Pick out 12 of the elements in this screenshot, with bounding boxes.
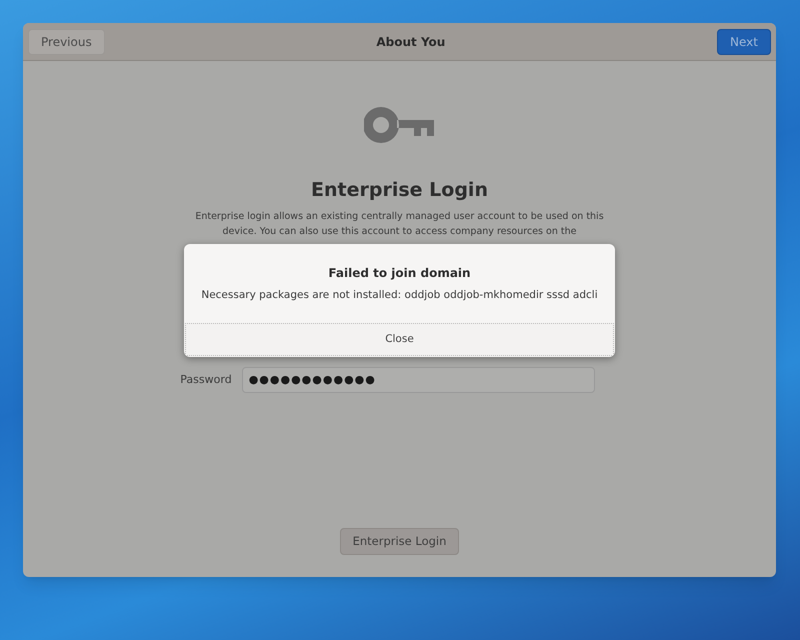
dialog-message: Necessary packages are not installed: oddjob oddjob-mkhomedir sssd adcli — [201, 288, 598, 303]
window-title: About You — [376, 34, 446, 50]
enterprise-login-button[interactable]: Enterprise Login — [340, 528, 460, 555]
next-button[interactable]: Next — [717, 28, 771, 54]
key-icon — [364, 107, 436, 143]
description-text: Enterprise login allows an existing centrally managed user account to be used on this device. You can also use this account to access company resources on the — [194, 210, 605, 239]
close-button[interactable]: Close — [185, 323, 614, 356]
password-field[interactable]: ●●●●●●●●●●●● — [242, 366, 595, 393]
previous-button[interactable]: Previous — [28, 28, 105, 54]
password-label: Password — [180, 372, 232, 388]
page-heading: Enterprise Login — [311, 179, 488, 203]
dialog-title: Failed to join domain — [328, 265, 471, 282]
